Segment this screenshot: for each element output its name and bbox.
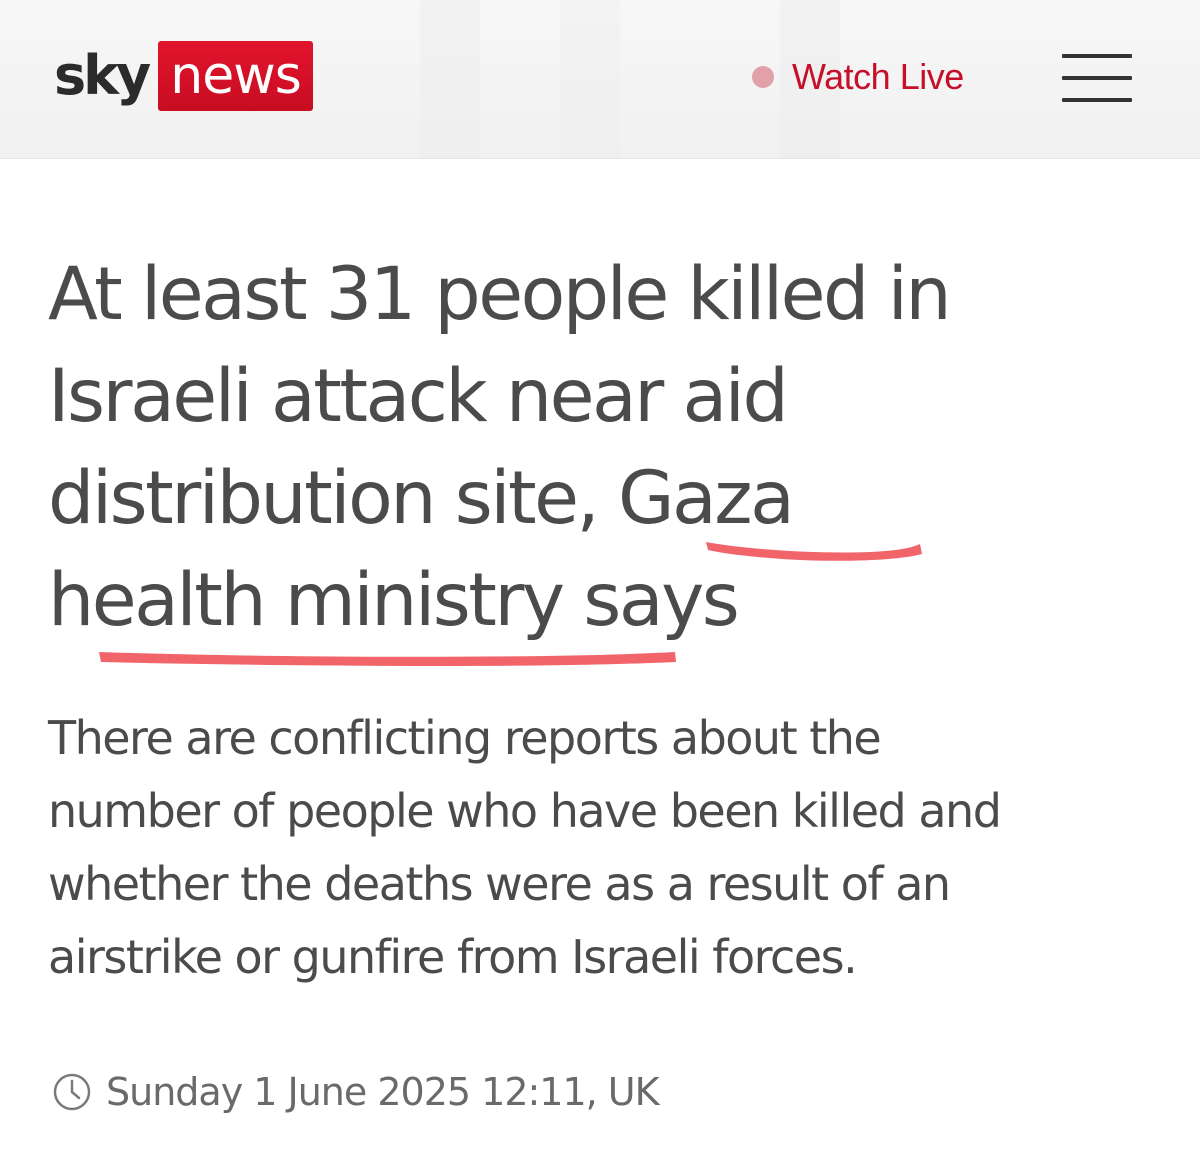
standfirst-line: whether the deaths were as a result of a…: [48, 857, 951, 911]
timestamp-text: Sunday 1 June 2025 12:11, UK: [106, 1070, 660, 1114]
article-headline: At least 31 people killed in Israeli att…: [48, 244, 1168, 652]
menu-bar: [1062, 76, 1132, 80]
standfirst-line: airstrike or gunfire from Israeli forces…: [48, 930, 858, 984]
article-standfirst: There are conflicting reports about the …: [48, 702, 1168, 994]
clock-icon: [53, 1073, 91, 1111]
sky-news-logo[interactable]: sky news: [54, 40, 313, 112]
logo-sky-text: sky: [54, 44, 151, 107]
site-header: sky news Watch Live: [0, 0, 1200, 159]
standfirst-line: There are conflicting reports about the: [48, 711, 882, 765]
live-dot-icon: [752, 66, 774, 88]
headline-line: health ministry says: [48, 558, 740, 643]
hamburger-menu-icon[interactable]: [1062, 54, 1132, 104]
headline-line: Israeli attack near aid: [48, 354, 789, 439]
standfirst-line: number of people who have been killed an…: [48, 784, 1002, 838]
watch-live-label: Watch Live: [792, 56, 964, 97]
logo-news-badge: news: [158, 41, 313, 111]
headline-line: distribution site, Gaza: [48, 456, 795, 541]
article-timestamp: Sunday 1 June 2025 12:11, UK: [52, 1062, 660, 1122]
menu-bar: [1062, 54, 1132, 58]
watch-live-button[interactable]: Watch Live: [752, 50, 964, 104]
menu-bar: [1062, 98, 1132, 102]
headline-line: At least 31 people killed in: [48, 252, 952, 337]
